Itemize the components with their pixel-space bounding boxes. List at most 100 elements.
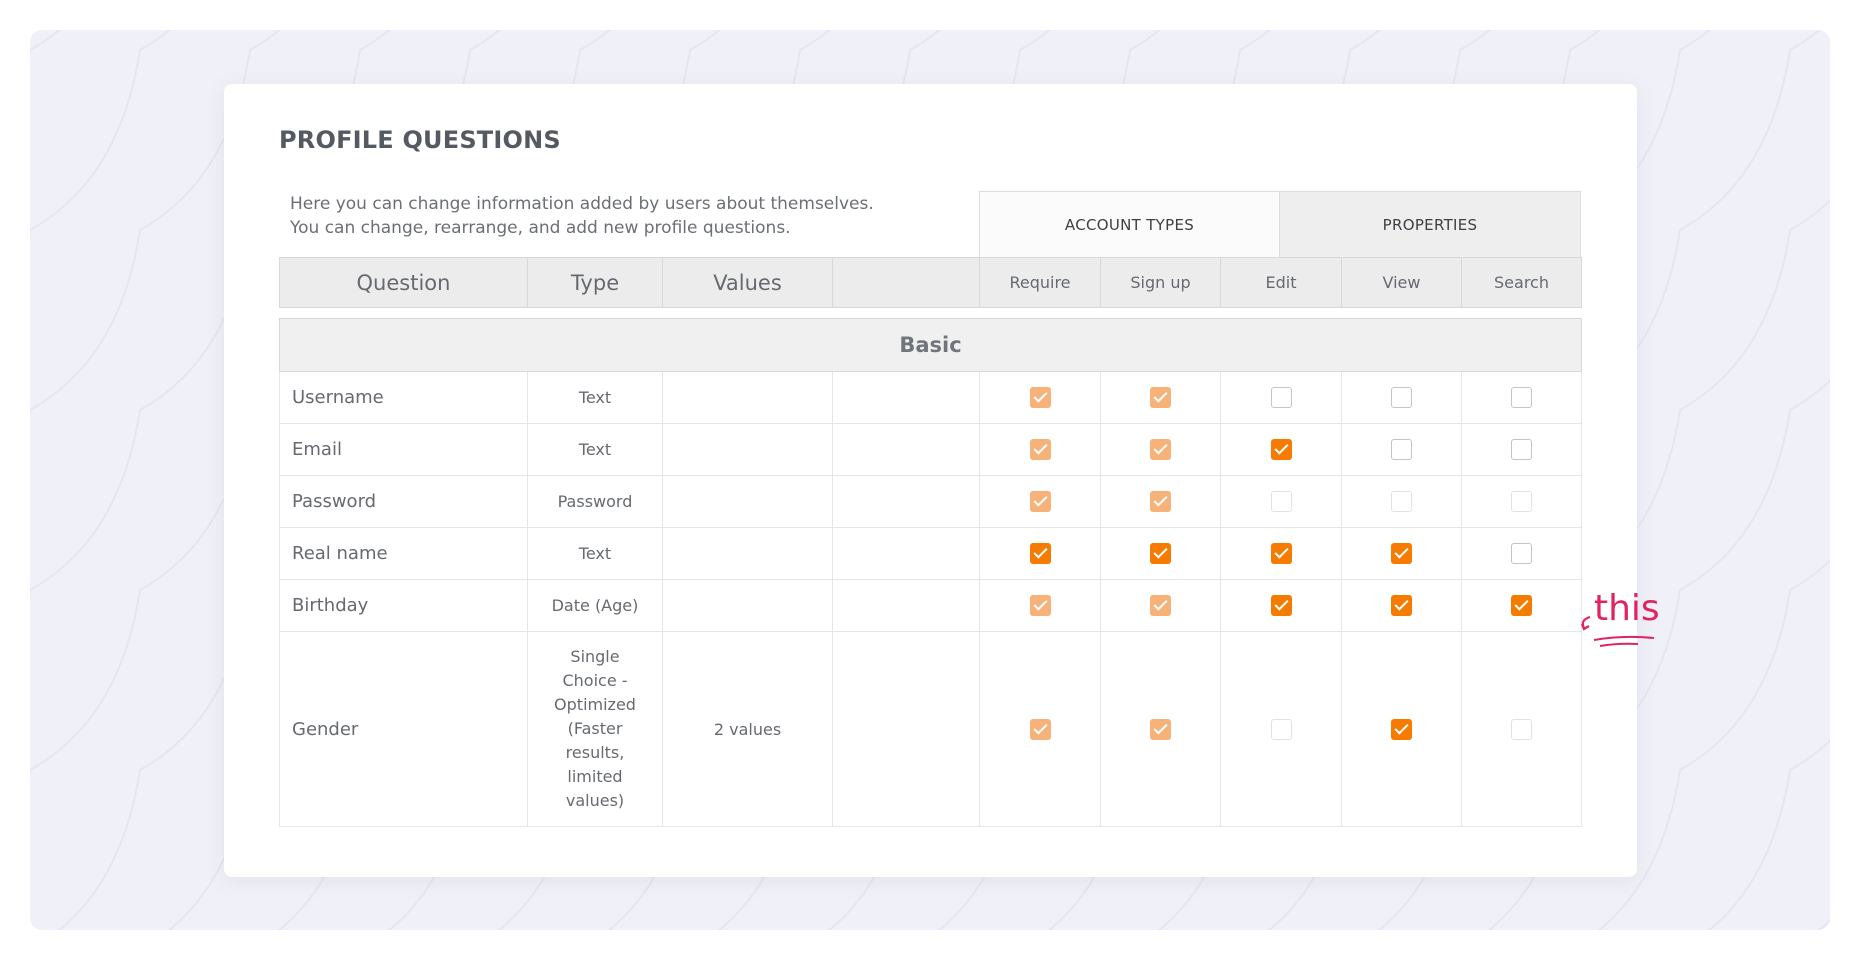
search-checkbox[interactable] [1511,543,1532,564]
type-cell: Text [527,423,663,476]
intro-line-2: You can change, rearrange, and add new p… [290,218,791,238]
column-header-values: Values [662,257,833,308]
edit-checkbox [1270,718,1292,740]
view-checkbox[interactable] [1391,439,1412,460]
handwritten-annotation: this [1580,588,1660,647]
actions-cell [832,527,980,580]
type-label: Password [557,492,633,511]
view-cell [1341,527,1462,580]
type-cell: Text [527,371,663,424]
edit-cell [1220,579,1342,632]
edit-checkbox[interactable] [1270,387,1292,408]
intro-text: Here you can change information added by… [290,192,990,240]
search-checkbox[interactable] [1511,595,1532,616]
background-wave [30,30,171,236]
intro-line-1: Here you can change information added by… [290,194,874,214]
edit-checkbox [1270,491,1292,512]
question-cell: Username [279,371,528,424]
signup-cell [1100,527,1221,580]
table-row: Password Password [279,475,1582,528]
search-cell [1461,423,1582,476]
type-label: Date (Age) [551,596,639,615]
signup-checkbox [1150,491,1171,512]
edit-cell [1220,631,1342,827]
require-cell [979,371,1101,424]
edit-checkbox[interactable] [1270,595,1292,616]
column-header-view: View [1341,257,1462,308]
edit-cell [1220,371,1342,424]
view-cell [1341,631,1462,827]
column-header-type: Type [527,257,663,308]
view-checkbox[interactable] [1391,543,1412,564]
type-cell: Single Choice - Optimized (Faster result… [527,631,663,827]
tab-properties[interactable]: PROPERTIES [1279,191,1581,258]
question-cell: Email [279,423,528,476]
values-cell [662,423,833,476]
actions-cell [832,579,980,632]
column-header-require: Require [979,257,1101,308]
type-label: Text [578,388,612,407]
edit-checkbox[interactable] [1270,543,1292,564]
signup-cell [1100,631,1221,827]
actions-cell [832,631,980,827]
question-cell: Real name [279,527,528,580]
signup-checkbox [1150,595,1171,616]
question-cell: Gender [279,631,528,827]
background-wave [1817,919,1830,930]
type-label: Single Choice - Optimized (Faster result… [554,647,636,810]
annotation-text: this [1594,588,1660,629]
question-cell: Password [279,475,528,528]
section-header-basic: Basic [279,318,1582,372]
values-cell: 2 values [662,631,833,827]
actions-cell [832,423,980,476]
search-cell [1461,371,1582,424]
signup-checkbox [1150,718,1171,740]
require-cell [979,475,1101,528]
table-header-row: Question Type Values Require Sign up Edi… [279,257,1582,308]
require-checkbox[interactable] [1029,543,1051,564]
table-row: Gender Single Choice - Optimized (Faster … [279,631,1582,827]
signup-checkbox [1150,387,1171,408]
search-cell [1461,475,1582,528]
background-wave [1707,739,1830,930]
signup-cell [1100,423,1221,476]
view-cell [1341,371,1462,424]
view-checkbox[interactable] [1391,595,1412,616]
edit-cell [1220,475,1342,528]
view-cell [1341,423,1462,476]
edit-cell [1220,527,1342,580]
actions-cell [832,475,980,528]
require-checkbox [1029,387,1051,408]
search-checkbox [1511,491,1532,512]
type-label: Text [578,440,612,459]
background-wave [30,30,61,56]
annotation-underline [1593,635,1655,641]
search-cell [1461,631,1582,827]
view-checkbox[interactable] [1391,718,1412,740]
table-row: Real name Text [279,527,1582,580]
profile-questions-table: Question Type Values Require Sign up Edi… [279,257,1582,827]
search-checkbox[interactable] [1511,439,1532,460]
tab-account-types[interactable]: ACCOUNT TYPES [979,191,1280,258]
require-cell [979,631,1101,827]
signup-checkbox[interactable] [1150,543,1171,564]
view-checkbox[interactable] [1391,387,1412,408]
annotation-underline-2 [1599,642,1639,647]
view-cell [1341,579,1462,632]
search-checkbox[interactable] [1511,387,1532,408]
signup-cell [1100,475,1221,528]
column-header-search: Search [1461,257,1582,308]
column-header-question: Question [279,257,528,308]
type-cell: Date (Age) [527,579,663,632]
edit-checkbox[interactable] [1270,439,1292,460]
search-cell [1461,579,1582,632]
search-cell [1461,527,1582,580]
edit-cell [1220,423,1342,476]
actions-cell [832,371,980,424]
column-header-actions [832,257,980,308]
annotation-arrowhead [1580,623,1590,631]
require-cell [979,423,1101,476]
table-row: Username Text [279,371,1582,424]
require-cell [979,579,1101,632]
column-header-signup: Sign up [1100,257,1221,308]
